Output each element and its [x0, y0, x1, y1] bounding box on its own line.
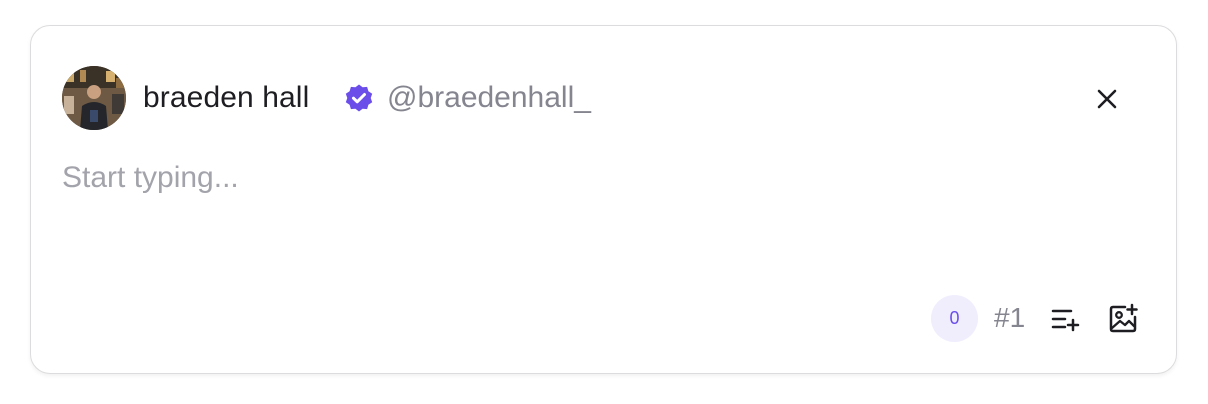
verified-badge-icon [343, 83, 375, 115]
post-text-input[interactable] [62, 157, 1122, 267]
character-count-badge: 0 [931, 295, 978, 342]
add-image-button[interactable] [1106, 302, 1140, 336]
user-handle[interactable]: @braedenhall_ [387, 79, 591, 117]
close-button[interactable] [1091, 83, 1123, 115]
avatar[interactable] [62, 66, 126, 130]
avatar-image [62, 66, 126, 130]
list-plus-icon [1051, 309, 1080, 332]
thread-index-label: #1 [994, 302, 1026, 333]
user-display-name[interactable]: braeden hall [143, 79, 309, 117]
add-thread-button[interactable] [1049, 302, 1083, 336]
image-plus-icon [1109, 303, 1138, 333]
post-composer-card: braeden hall @braedenhall_ 0 #1 [30, 25, 1177, 374]
close-icon [1097, 89, 1117, 109]
